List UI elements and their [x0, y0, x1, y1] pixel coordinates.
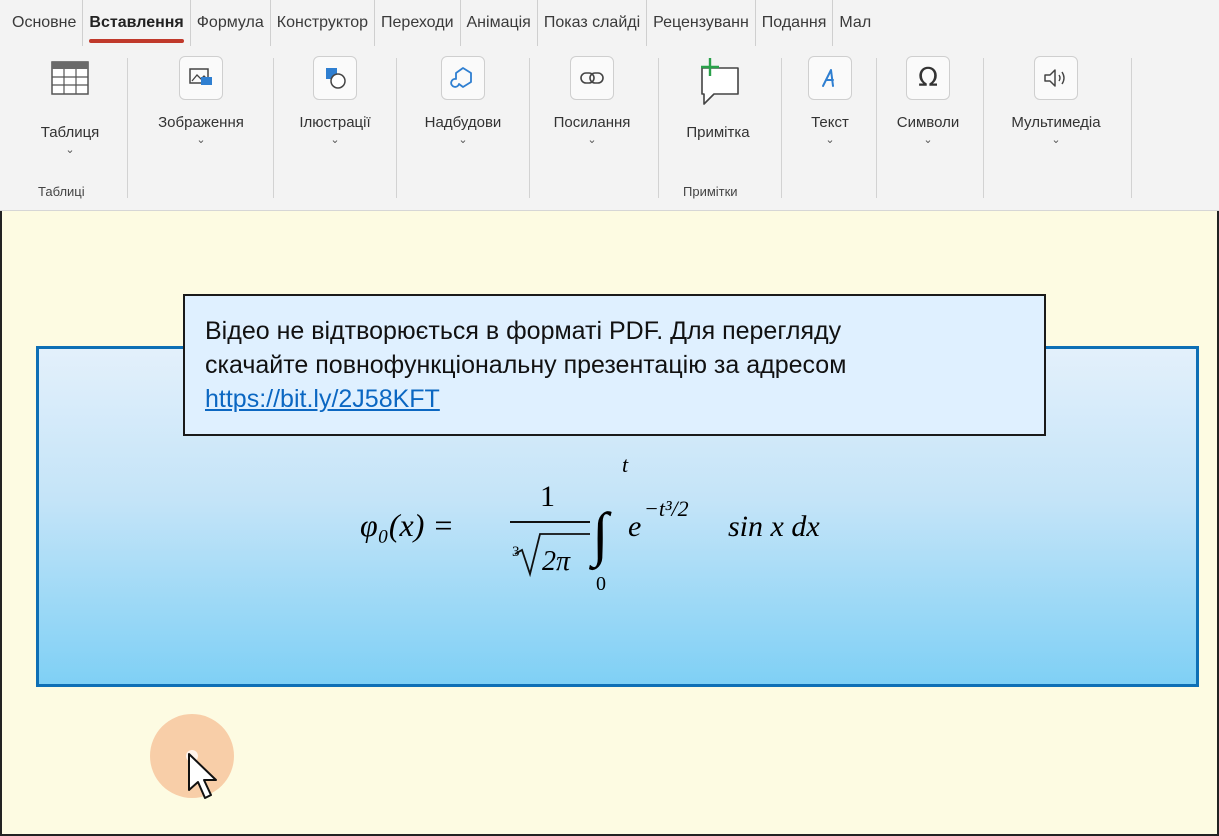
text-button[interactable]: Текст ⌄ — [792, 56, 868, 156]
tab-view[interactable]: Подання — [756, 0, 834, 46]
tab-animation[interactable]: Анімація — [461, 0, 538, 46]
symbols-label: Символи — [896, 114, 960, 131]
notice-line-1: Відео не відтворюється в форматі PDF. Дл… — [205, 317, 842, 345]
notice-line-2: скачайте повнофункціональну презентацію … — [205, 351, 847, 379]
symbols-button[interactable]: Ω Символи ⌄ — [880, 56, 976, 156]
tab-insert[interactable]: Вставлення — [83, 0, 191, 46]
comment-label: Примітка — [686, 124, 750, 141]
links-label: Посилання — [553, 114, 631, 131]
formula-exponent: −t³/2 — [644, 496, 689, 521]
mouse-pointer-icon — [188, 753, 217, 799]
formula-upper-limit: t — [622, 452, 629, 477]
shapes-icon — [313, 56, 357, 100]
ribbon-insert-panel: Таблиця ⌄ Таблиці Зображення ⌄ Ілюстраці… — [0, 46, 1219, 211]
group-divider — [396, 58, 397, 198]
formula-numerator: 1 — [540, 480, 555, 513]
chevron-down-icon: ⌄ — [923, 134, 933, 146]
chevron-down-icon: ⌄ — [330, 134, 340, 146]
formula-lower-limit: 0 — [596, 573, 606, 595]
table-icon — [51, 61, 89, 95]
group-divider — [983, 58, 984, 198]
chevron-down-icon: ⌄ — [196, 134, 206, 146]
tab-formula[interactable]: Формула — [191, 0, 271, 46]
group-divider — [658, 58, 659, 198]
group-divider — [876, 58, 877, 198]
ribbon-tabs: Основне Вставлення Формула Конструктор П… — [0, 0, 1219, 46]
speaker-icon — [1034, 56, 1078, 100]
images-button[interactable]: Зображення ⌄ — [136, 56, 266, 156]
formula-rest: sin x dx — [728, 510, 820, 543]
group-divider — [529, 58, 530, 198]
formula-lhs: φ₀(x) = — [360, 507, 454, 543]
images-label: Зображення — [158, 114, 244, 131]
formula-radicand: 2π — [542, 546, 571, 577]
table-button[interactable]: Таблиця ⌄ — [28, 56, 112, 156]
group-label-comments: Примітки — [683, 184, 738, 199]
link-icon — [570, 56, 614, 100]
pdf-video-notice: Відео не відтворюється в форматі PDF. Дл… — [183, 294, 1046, 436]
chevron-down-icon: ⌄ — [65, 144, 75, 156]
comment-button[interactable]: Примітка — [666, 56, 770, 156]
formula: φ₀(x) = 1 3 2π ∫ t 0 e −t³/2 sin x dx — [360, 452, 820, 595]
addins-label: Надбудови — [424, 114, 502, 131]
addins-button[interactable]: Надбудови ⌄ — [404, 56, 522, 156]
illustrations-button[interactable]: Ілюстрації ⌄ — [280, 56, 390, 156]
image-icon — [179, 56, 223, 100]
formula-integrand-base: e — [628, 510, 641, 543]
tab-slideshow[interactable]: Показ слайді — [538, 0, 648, 46]
tab-transitions[interactable]: Переходи — [375, 0, 461, 46]
media-button[interactable]: Мультимедіа ⌄ — [988, 56, 1124, 156]
presentation-link[interactable]: https://bit.ly/2J58KFT — [205, 385, 440, 413]
group-divider — [781, 58, 782, 198]
chevron-down-icon: ⌄ — [587, 134, 597, 146]
tab-design[interactable]: Конструктор — [271, 0, 376, 46]
tab-home[interactable]: Основне — [6, 0, 84, 46]
media-label: Мультимедіа — [1011, 114, 1101, 131]
group-divider — [1131, 58, 1132, 198]
comment-icon — [701, 58, 739, 105]
tab-review[interactable]: Рецензуванн — [647, 0, 756, 46]
tab-draw[interactable]: Мал — [833, 0, 877, 46]
chevron-down-icon: ⌄ — [1051, 134, 1061, 146]
chevron-down-icon: ⌄ — [825, 134, 835, 146]
text-icon — [808, 56, 852, 100]
group-divider — [127, 58, 128, 198]
group-label-tables: Таблиці — [38, 184, 85, 199]
chevron-down-icon: ⌄ — [458, 134, 468, 146]
text-label: Текст — [811, 114, 849, 131]
integral-sign: ∫ — [589, 501, 612, 571]
illustrations-label: Ілюстрації — [299, 114, 371, 131]
group-divider — [273, 58, 274, 198]
addins-icon — [441, 56, 485, 100]
omega-icon: Ω — [906, 56, 950, 100]
table-label: Таблиця — [40, 124, 100, 141]
links-button[interactable]: Посилання ⌄ — [536, 56, 648, 156]
